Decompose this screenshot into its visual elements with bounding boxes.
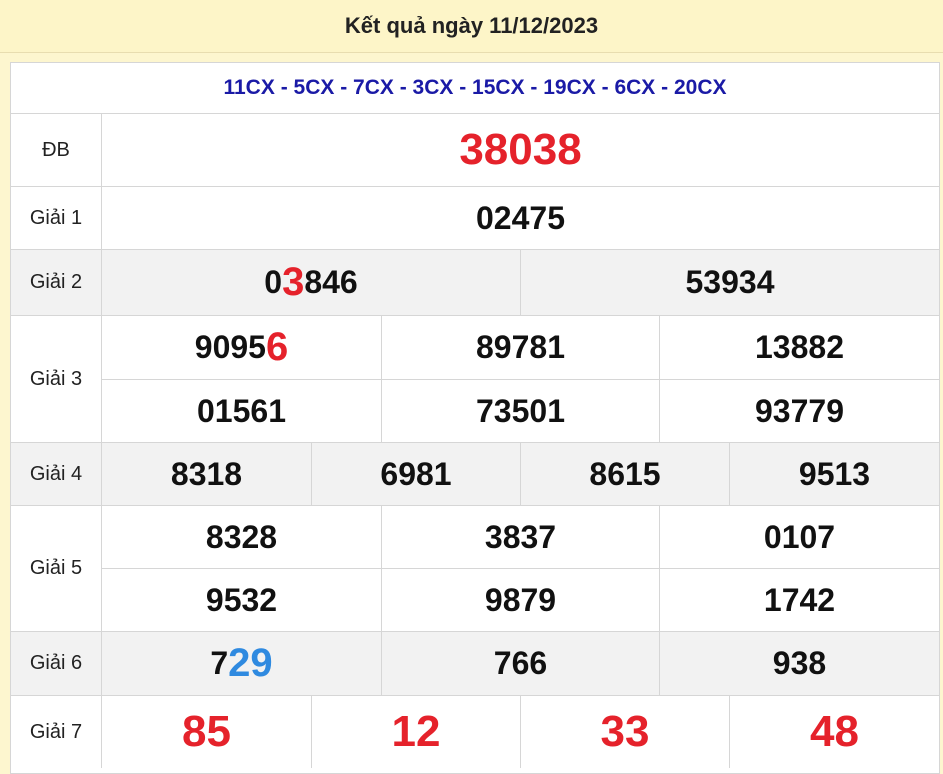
row-special-prize: ĐB 38038 [11,114,939,187]
label-prize-4: Giải 4 [11,443,102,505]
row-prize-6: Giải 6 7 29 766 938 [11,632,939,696]
label-prize-2: Giải 2 [11,250,102,315]
prize-7-number: 85 [182,707,231,756]
prize-4-number: 6981 [311,443,520,505]
prize-4-number: 8318 [170,455,243,492]
prize-4-number: 8615 [520,443,729,505]
prize-3-number: 93779 [659,379,939,442]
prize-5-number: 9879 [381,568,659,631]
label-prize-1: Giải 1 [11,187,102,249]
prize-5-number: 3837 [381,506,659,568]
prize-5-number: 1742 [659,568,939,631]
row-prize-4: Giải 4 8318 6981 8615 9513 [11,443,939,506]
prize-5-number: 9532 [102,568,381,631]
label-prize-6: Giải 6 [11,632,102,695]
row-prize-3: Giải 3 9095 6 89781 13882 01561 73501 937… [11,316,939,443]
digits-prefix: 0 [264,264,283,300]
row-prize-1: Giải 1 02475 [11,187,939,250]
digits-prefix: 9095 [194,329,266,365]
prize-3-number: 9095 6 [102,316,381,379]
prize-3-number: 13882 [659,316,939,379]
prize-2-number: 0 3 846 [102,250,520,315]
prize-4-number: 9513 [729,443,939,505]
prize-2-number: 53934 [520,250,939,315]
results-table: 11CX - 5CX - 7CX - 3CX - 15CX - 19CX - 6… [10,62,940,774]
prize-5-number: 8328 [205,518,278,555]
prize-1-number: 02475 [476,199,565,236]
prize-5-number: 0107 [659,506,939,568]
special-prize-number: 38038 [459,125,582,174]
prize-6-number: 938 [659,632,939,695]
prize-3-number: 73501 [381,379,659,442]
prize-7-number: 48 [729,696,939,768]
prize-6-number: 7 29 [102,632,381,695]
digits-highlight: 6 [265,325,289,369]
label-prize-5: Giải 5 [11,506,102,631]
prize-7-number: 33 [520,696,729,768]
label-prize-3: Giải 3 [11,316,102,442]
row-prize-7: Giải 7 85 12 33 48 [11,696,939,768]
prize-3-number: 89781 [381,316,659,379]
label-prize-7: Giải 7 [11,696,102,768]
prize-7-number: 12 [311,696,520,768]
row-prize-2: Giải 2 0 3 846 53934 [11,250,939,316]
digits-highlight: 3 [282,260,305,304]
digits-suffix: 846 [304,264,358,300]
digits-highlight: 29 [228,641,273,685]
prize-3-number: 01561 [102,379,381,442]
draw-codes: 11CX - 5CX - 7CX - 3CX - 15CX - 19CX - 6… [11,63,939,114]
page-title: Kết quả ngày 11/12/2023 [0,0,943,53]
row-prize-5: Giải 5 8328 3837 0107 9532 9879 1742 [11,506,939,632]
digits-prefix: 7 [210,645,229,681]
prize-6-number: 766 [381,632,659,695]
label-special: ĐB [11,114,102,186]
